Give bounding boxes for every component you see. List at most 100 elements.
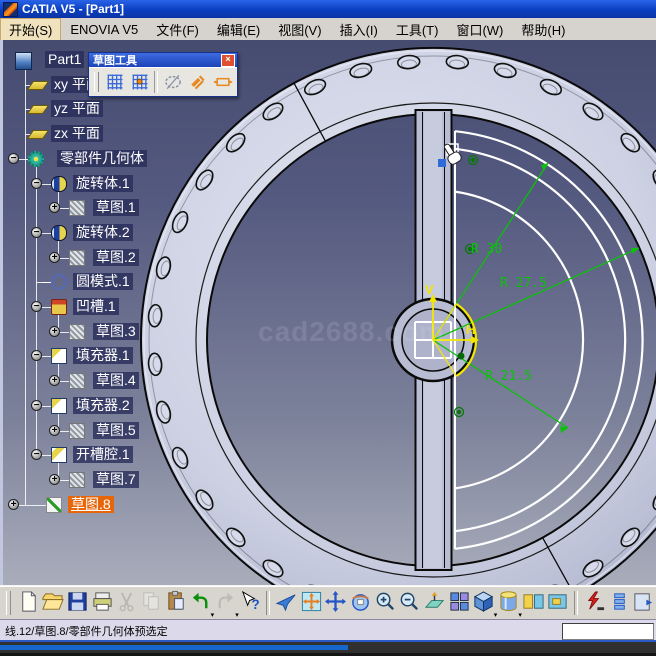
tree-expander[interactable]: −: [31, 400, 42, 411]
toolbar-drag-handle[interactable]: [6, 591, 11, 615]
tree-label[interactable]: 圆模式.1: [73, 273, 133, 290]
menu-item-1[interactable]: 开始(S): [0, 18, 61, 41]
window-title: CATIA V5 - [Part1]: [22, 2, 124, 16]
watermark: cad2688.com: [258, 316, 445, 348]
tree-label[interactable]: Part1: [45, 51, 84, 68]
clipboard-icon[interactable]: [631, 590, 656, 617]
tree-expander[interactable]: −: [31, 449, 42, 460]
zoom-in-icon[interactable]: [373, 590, 398, 617]
tree-label[interactable]: 草图.4: [93, 372, 139, 389]
menu-item-8[interactable]: 窗口(W): [447, 18, 512, 41]
tree-expander[interactable]: +: [49, 474, 60, 485]
rotate-icon[interactable]: [348, 590, 373, 617]
grid-icon[interactable]: [102, 70, 127, 94]
geometric-constraint-icon[interactable]: [185, 70, 210, 94]
tree-label[interactable]: 草图.3: [93, 323, 139, 340]
fly-mode-icon[interactable]: [274, 590, 299, 617]
save-icon[interactable]: [65, 590, 90, 617]
print-icon[interactable]: [90, 590, 115, 617]
tree-connector: [42, 455, 51, 456]
tree-label[interactable]: 旋转体.2: [73, 224, 133, 241]
menu-item-3[interactable]: 文件(F): [147, 18, 208, 41]
new-document-icon[interactable]: [16, 590, 41, 617]
sketch-icon: [69, 373, 85, 389]
menu-item-5[interactable]: 视图(V): [269, 18, 330, 41]
taskbar-line: [0, 640, 656, 642]
tree-expander[interactable]: −: [31, 178, 42, 189]
whats-this-icon[interactable]: [238, 590, 263, 617]
sketch-icon: [69, 200, 85, 216]
dimensional-constraint-icon[interactable]: [210, 70, 235, 94]
construction-element-icon[interactable]: [160, 70, 185, 94]
graph-tree-icon[interactable]: [607, 590, 632, 617]
swap-visible-space-icon[interactable]: [546, 590, 571, 617]
tree-expander[interactable]: +: [8, 499, 19, 510]
3d-viewport[interactable]: R 30R 27.5R 21.5 VH cad2688.com Part1xy …: [0, 40, 656, 585]
hide-show-icon[interactable]: [521, 590, 546, 617]
tree-label[interactable]: 草图.7: [93, 471, 139, 488]
dimension-label: R 21.5: [485, 369, 532, 384]
tree-label[interactable]: 填充器.1: [73, 347, 133, 364]
tree-connector: [60, 480, 69, 481]
tree-label[interactable]: 草图.8: [68, 496, 114, 513]
sketch-tools-titlebar[interactable]: 草图工具 ×: [89, 53, 237, 67]
tree-expander[interactable]: +: [49, 425, 60, 436]
status-bar: 线.12/草图.8/零部件几何体预选定: [0, 619, 656, 641]
menu-item-4[interactable]: 编辑(E): [208, 18, 269, 41]
tree-label[interactable]: 零部件几何体: [57, 150, 147, 167]
body-icon: [28, 151, 44, 167]
tree-expander[interactable]: +: [49, 252, 60, 263]
plane-icon: [27, 81, 49, 90]
menu-item-2[interactable]: ENOVIA V5: [61, 20, 147, 39]
zoom-out-icon[interactable]: [398, 590, 423, 617]
isometric-view-icon[interactable]: [472, 590, 497, 617]
tree-expander[interactable]: +: [49, 202, 60, 213]
tree-label[interactable]: 草图.5: [93, 422, 139, 439]
tree-label[interactable]: 凹槽.1: [73, 298, 119, 315]
pan-icon[interactable]: [324, 590, 349, 617]
tree-label[interactable]: yz 平面: [51, 100, 103, 117]
tree-label[interactable]: 草图.1: [93, 199, 139, 216]
redo-icon[interactable]: [213, 590, 238, 617]
tree-expander[interactable]: +: [49, 375, 60, 386]
menu-item-7[interactable]: 工具(T): [387, 18, 448, 41]
normal-view-icon[interactable]: [422, 590, 447, 617]
tree-label[interactable]: 草图.2: [93, 249, 139, 266]
tree-label[interactable]: 开槽腔.1: [73, 446, 133, 463]
tree-connector: [60, 258, 69, 259]
standard-toolbar: [0, 585, 656, 620]
title-bar: CATIA V5 - [Part1]: [0, 0, 656, 18]
sketch-circle-r27-5[interactable]: [455, 149, 625, 531]
tree-connector: [42, 233, 51, 234]
update-icon[interactable]: [582, 590, 607, 617]
snap-to-point-icon[interactable]: [127, 70, 152, 94]
catia-logo-icon: [3, 2, 18, 17]
shaft-icon: [51, 225, 67, 241]
tree-label[interactable]: 填充器.2: [73, 397, 133, 414]
menu-item-6[interactable]: 插入(I): [331, 18, 387, 41]
tree-label[interactable]: 旋转体.1: [73, 175, 133, 192]
open-folder-icon[interactable]: [41, 590, 66, 617]
shading-style-icon[interactable]: [496, 590, 521, 617]
tree-connector: [42, 406, 51, 407]
menu-item-9[interactable]: 帮助(H): [512, 18, 574, 41]
command-input[interactable]: [562, 623, 654, 640]
drag-handle[interactable]: [94, 72, 99, 92]
fit-all-in-icon[interactable]: [299, 590, 324, 617]
tree-expander[interactable]: −: [8, 153, 19, 164]
tree-expander[interactable]: −: [31, 301, 42, 312]
tree-connector: [60, 381, 69, 382]
tree-label[interactable]: zx 平面: [51, 125, 103, 142]
multi-view-icon[interactable]: [447, 590, 472, 617]
copy-icon[interactable]: [139, 590, 164, 617]
taskbar-progress: [0, 645, 348, 650]
cut-icon[interactable]: [114, 590, 139, 617]
tree-expander[interactable]: −: [31, 227, 42, 238]
paste-icon[interactable]: [164, 590, 189, 617]
undo-icon[interactable]: [188, 590, 213, 617]
tree-expander[interactable]: +: [49, 326, 60, 337]
tree-expander[interactable]: −: [31, 350, 42, 361]
close-icon[interactable]: ×: [221, 54, 235, 67]
status-message: 线.12/草图.8/零部件几何体预选定: [0, 623, 168, 639]
slot-icon: [51, 447, 67, 463]
